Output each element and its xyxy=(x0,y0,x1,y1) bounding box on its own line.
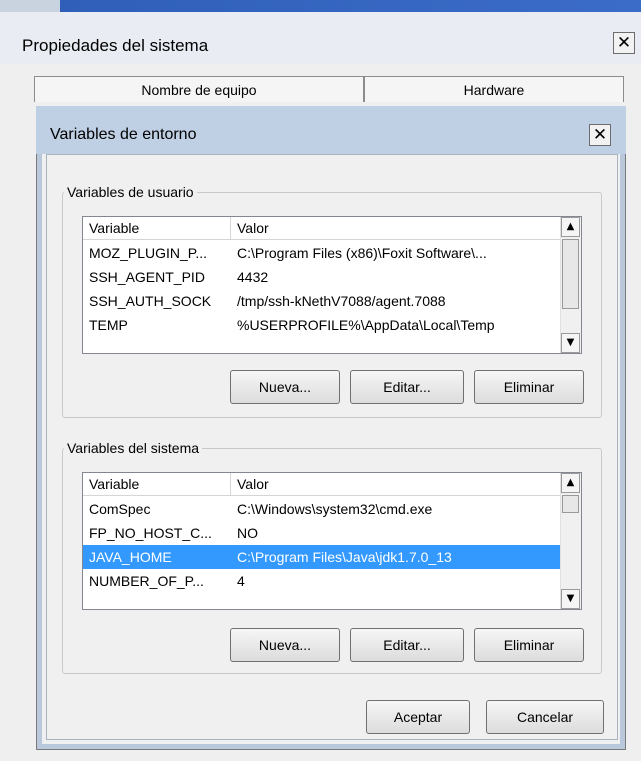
column-header-variable[interactable]: Variable xyxy=(83,473,231,495)
variable-name: ComSpec xyxy=(89,501,151,517)
tab-label: Nombre de equipo xyxy=(141,82,257,98)
system-properties-title: Propiedades del sistema xyxy=(22,36,209,55)
variable-value: 4 xyxy=(237,573,245,589)
list-item[interactable]: FP_NO_HOST_C... NO xyxy=(83,521,561,545)
system-variables-legend: Variables del sistema xyxy=(64,439,203,457)
dialog-titlebar: Variables de entorno xyxy=(36,106,626,154)
variable-name: NUMBER_OF_P... xyxy=(89,573,204,589)
list-item[interactable]: ComSpec C:\Windows\system32\cmd.exe xyxy=(83,497,561,521)
column-header-value[interactable]: Valor xyxy=(231,217,561,239)
scroll-up-icon[interactable]: ▲ xyxy=(561,473,580,493)
system-variables-list[interactable]: Variable Valor ComSpec C:\Windows\system… xyxy=(82,472,582,610)
user-variables-list[interactable]: Variable Valor MOZ_PLUGIN_P... C:\Progra… xyxy=(82,216,582,354)
column-header-variable[interactable]: Variable xyxy=(83,217,231,239)
scroll-thumb[interactable] xyxy=(562,239,579,309)
close-icon[interactable]: ✕ xyxy=(613,32,635,54)
user-new-button[interactable]: Nueva... xyxy=(230,370,340,404)
background-window-strip xyxy=(0,0,641,12)
variable-value: %USERPROFILE%\AppData\Local\Temp xyxy=(237,317,495,333)
variable-name: TEMP xyxy=(89,317,128,333)
variable-name: MOZ_PLUGIN_P... xyxy=(89,245,208,261)
list-item-selected[interactable]: JAVA_HOME C:\Program Files\Java\jdk1.7.0… xyxy=(83,545,561,569)
ok-button[interactable]: Aceptar xyxy=(366,700,470,734)
list-item[interactable]: NUMBER_OF_P... 4 xyxy=(83,569,561,593)
variable-name: JAVA_HOME xyxy=(89,549,172,565)
tab-label: Hardware xyxy=(463,82,525,98)
list-item[interactable]: MOZ_PLUGIN_P... C:\Program Files (x86)\F… xyxy=(83,241,561,265)
list-header: Variable Valor xyxy=(83,473,581,496)
user-variables-legend: Variables de usuario xyxy=(64,183,197,201)
vertical-scrollbar[interactable]: ▲ ▼ xyxy=(560,473,581,609)
scroll-up-icon[interactable]: ▲ xyxy=(561,217,580,237)
variable-value: C:\Windows\system32\cmd.exe xyxy=(237,501,433,517)
system-properties-titlebar: Propiedades del sistema xyxy=(0,12,641,64)
list-item[interactable]: SSH_AUTH_SOCK /tmp/ssh-kNethV7088/agent.… xyxy=(83,289,561,313)
variable-value: C:\Program Files\Java\jdk1.7.0_13 xyxy=(237,549,452,565)
user-delete-button[interactable]: Eliminar xyxy=(474,370,584,404)
variable-name: FP_NO_HOST_C... xyxy=(89,525,212,541)
system-new-button[interactable]: Nueva... xyxy=(230,628,340,662)
system-edit-button[interactable]: Editar... xyxy=(350,628,464,662)
vertical-scrollbar[interactable]: ▲ ▼ xyxy=(560,217,581,353)
scroll-down-icon[interactable]: ▼ xyxy=(561,333,580,353)
tab-computer-name[interactable]: Nombre de equipo xyxy=(34,76,364,102)
system-delete-button[interactable]: Eliminar xyxy=(474,628,584,662)
cancel-button[interactable]: Cancelar xyxy=(486,700,604,734)
list-item[interactable]: SSH_AGENT_PID 4432 xyxy=(83,265,561,289)
dialog-title: Variables de entorno xyxy=(50,126,197,143)
variable-value: 4432 xyxy=(237,269,269,285)
close-icon[interactable]: ✕ xyxy=(589,124,611,146)
list-item[interactable]: TEMP %USERPROFILE%\AppData\Local\Temp xyxy=(83,313,561,337)
column-header-value[interactable]: Valor xyxy=(231,473,561,495)
variable-name: SSH_AGENT_PID xyxy=(89,269,205,285)
variable-value: /tmp/ssh-kNethV7088/agent.7088 xyxy=(237,293,446,309)
variable-name: SSH_AUTH_SOCK xyxy=(89,293,212,309)
list-header: Variable Valor xyxy=(83,217,581,240)
scroll-thumb[interactable] xyxy=(562,495,579,513)
variable-value: NO xyxy=(237,525,258,541)
tab-hardware[interactable]: Hardware xyxy=(364,76,624,102)
user-edit-button[interactable]: Editar... xyxy=(350,370,464,404)
variable-value: C:\Program Files (x86)\Foxit Software\..… xyxy=(237,245,487,261)
scroll-down-icon[interactable]: ▼ xyxy=(561,589,580,609)
